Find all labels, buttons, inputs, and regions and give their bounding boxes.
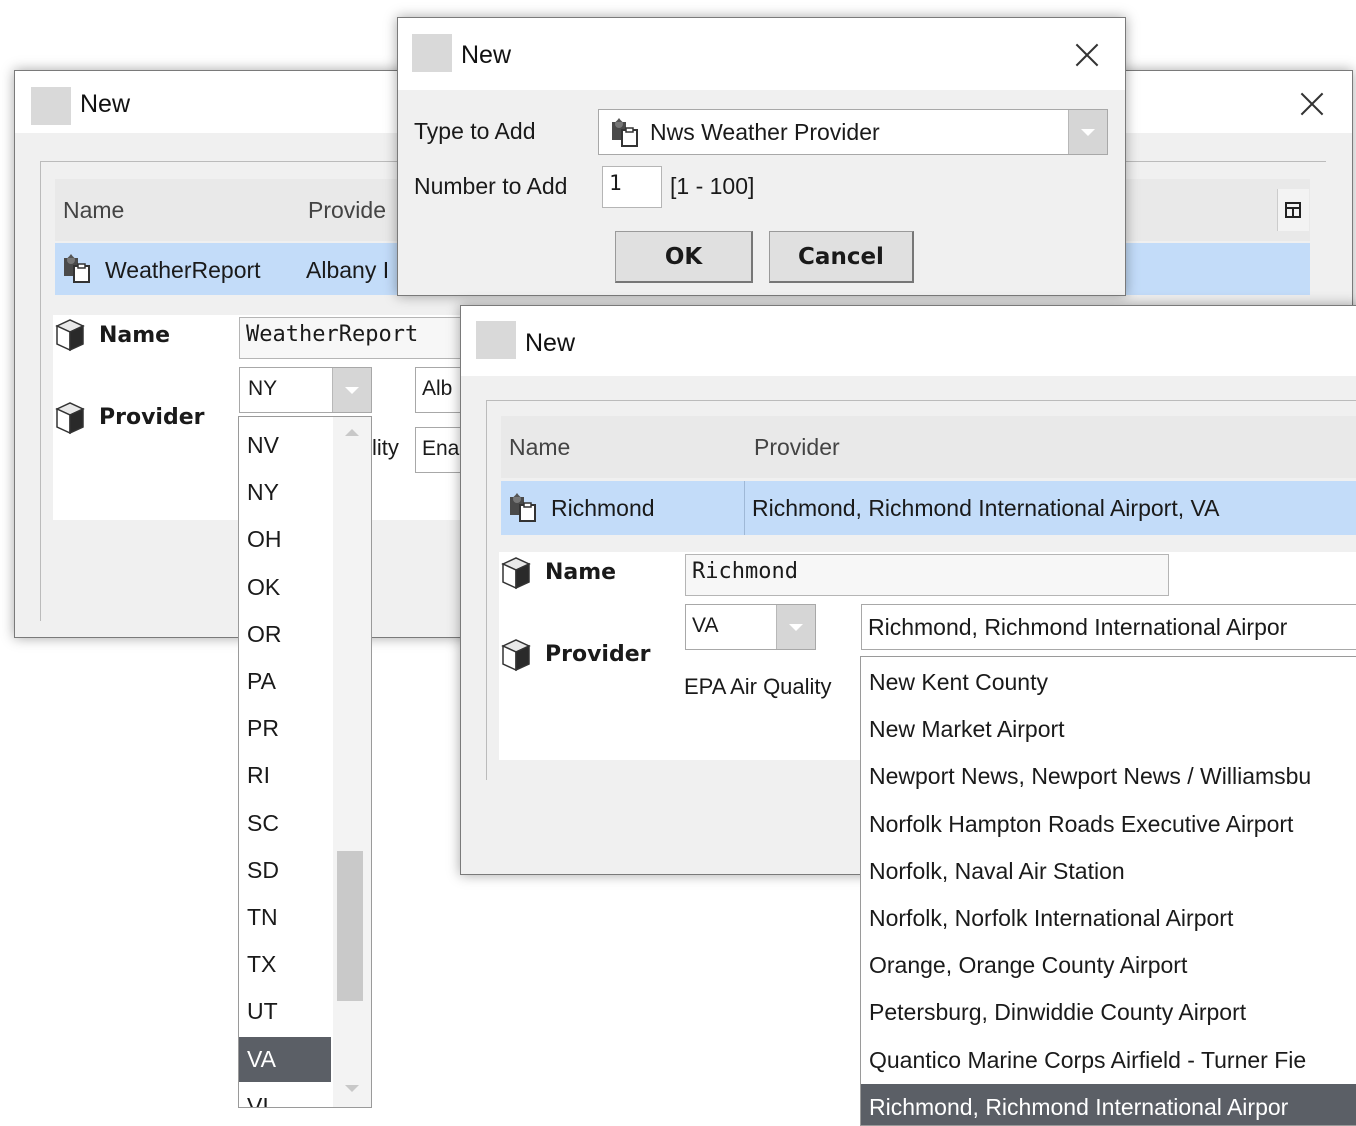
weather-provider-icon [507, 493, 537, 523]
front-col-provider[interactable]: Provider [754, 434, 840, 461]
station-list-item[interactable]: Richmond, Richmond International Airpor [861, 1083, 1356, 1125]
front-dialog-titlebar: New [461, 306, 1356, 376]
front-table-header: Name Provider [501, 416, 1356, 478]
front-state-combo[interactable]: VA [685, 604, 816, 650]
back-state-value: NY [248, 377, 278, 400]
cancel-button[interactable]: Cancel [769, 231, 914, 283]
state-list-item[interactable]: OH [239, 517, 331, 562]
cube-icon [53, 318, 87, 352]
station-list-item[interactable]: Newport News, Newport News / Williamsbu [861, 753, 1356, 799]
front-col-name[interactable]: Name [509, 434, 570, 461]
station-list-item[interactable]: Norfolk, Naval Air Station [861, 848, 1356, 894]
window-icon [476, 321, 516, 359]
back-dialog-title: New [80, 90, 131, 118]
back-provider-label: Provider [99, 405, 205, 430]
state-list-item[interactable]: PR [239, 706, 331, 751]
front-station-value: Richmond, Richmond International Airpor [868, 614, 1288, 640]
add-dialog-title: New [461, 41, 512, 69]
ok-button[interactable]: OK [615, 231, 753, 283]
front-name-field[interactable]: Richmond [685, 554, 1169, 596]
chevron-down-icon[interactable] [776, 605, 815, 649]
station-list-item[interactable]: Petersburg, Dinwiddie County Airport [861, 989, 1356, 1035]
add-new-dialog: New Type to Add Nws Weather Provider Num… [397, 17, 1126, 296]
back-air-quality-value: Ena [422, 437, 460, 460]
weather-provider-icon [609, 118, 639, 148]
station-list-item[interactable]: Quantico Marine Corps Airfield - Turner … [861, 1037, 1356, 1083]
state-list-item[interactable]: RI [239, 753, 331, 798]
table-options-icon[interactable] [1277, 189, 1309, 231]
column-divider [744, 481, 745, 535]
state-list-scroll-thumb[interactable] [337, 851, 363, 1001]
state-list-item[interactable]: OR [239, 612, 331, 657]
type-to-add-combo[interactable]: Nws Weather Provider [598, 109, 1108, 155]
state-list-item[interactable]: SD [239, 848, 331, 893]
state-list-item[interactable]: VI [239, 1084, 331, 1107]
station-list-item[interactable]: New Market Airport [861, 706, 1356, 752]
back-col-provider[interactable]: Provide [308, 197, 386, 224]
back-name-label: Name [99, 323, 171, 348]
table-row[interactable]: Richmond Richmond, Richmond Internationa… [501, 481, 1356, 535]
back-row-provider: Albany I [306, 257, 390, 283]
state-list-item[interactable]: NV [239, 423, 331, 468]
window-icon [412, 34, 452, 72]
number-to-add-field[interactable]: 1 [602, 166, 662, 208]
state-list-item[interactable]: TX [239, 942, 331, 987]
type-to-add-value: Nws Weather Provider [650, 119, 880, 145]
state-list-item[interactable]: SC [239, 801, 331, 846]
state-list-item[interactable]: TN [239, 895, 331, 940]
chevron-down-icon[interactable] [332, 368, 371, 412]
state-list-item[interactable]: NY [239, 470, 331, 515]
window-icon [31, 87, 71, 125]
state-list-item[interactable]: PA [239, 659, 331, 704]
front-row-name: Richmond [551, 495, 655, 521]
front-station-combo[interactable]: Richmond, Richmond International Airpor [861, 604, 1356, 650]
front-dialog-title: New [525, 329, 576, 357]
station-list-item[interactable]: Orange, Orange County Airport [861, 942, 1356, 988]
front-provider-label: Provider [545, 642, 651, 667]
add-dialog-close-icon[interactable] [1070, 38, 1104, 72]
cube-icon [499, 638, 533, 672]
cube-icon [499, 556, 533, 590]
front-name-label: Name [545, 560, 617, 585]
station-list-item[interactable]: Norfolk, Norfolk International Airport [861, 895, 1356, 941]
back-dialog-close-icon[interactable] [1295, 87, 1329, 121]
number-range-label: [1 - 100] [670, 173, 755, 199]
chevron-down-icon[interactable] [1068, 110, 1107, 154]
state-list-scrollbar[interactable] [333, 417, 371, 1107]
front-row-provider: Richmond, Richmond International Airport… [752, 495, 1220, 521]
state-list-item[interactable]: UT [239, 989, 331, 1034]
back-col-name[interactable]: Name [63, 197, 124, 224]
back-state-combo[interactable]: NY [239, 367, 372, 413]
front-state-value: VA [692, 614, 719, 637]
back-station-value: Alb [422, 377, 453, 400]
type-to-add-label: Type to Add [414, 118, 536, 144]
cube-icon [53, 401, 87, 435]
station-dropdown-list[interactable]: New Kent County New Market Airport Newport… [860, 656, 1356, 1126]
scroll-down-icon[interactable] [345, 1085, 359, 1092]
add-dialog-titlebar: New [398, 18, 1125, 90]
weather-provider-icon [61, 254, 91, 284]
back-row-name: WeatherReport [105, 257, 261, 283]
scroll-up-icon[interactable] [345, 429, 359, 436]
state-list-item[interactable]: VA [239, 1036, 331, 1082]
front-air-quality-label: EPA Air Quality [684, 674, 832, 699]
state-list-item[interactable]: OK [239, 565, 331, 610]
state-dropdown-list[interactable]: NV NY OH OK OR PA PR RI SC SD TN TX UT VA VI [238, 416, 372, 1108]
station-list-item[interactable]: New Kent County [861, 659, 1356, 705]
back-air-quality-label: lity [372, 435, 399, 460]
station-list-item[interactable]: Norfolk Hampton Roads Executive Airport [861, 801, 1356, 847]
number-to-add-label: Number to Add [414, 173, 568, 199]
